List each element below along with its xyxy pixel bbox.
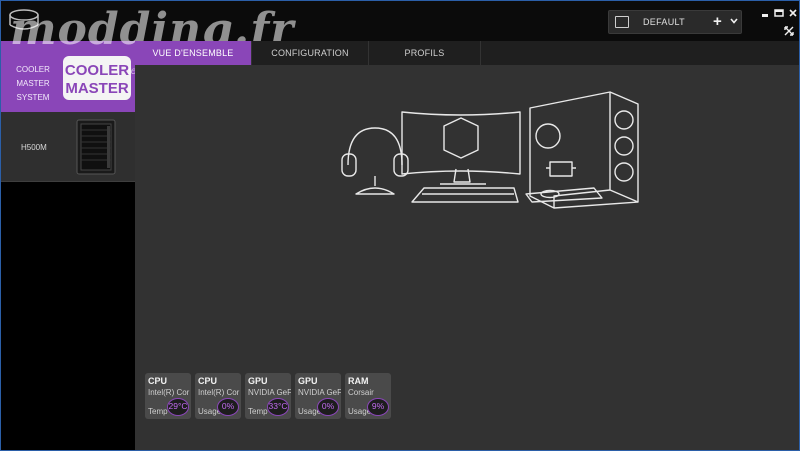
widget-device: NVIDIA GeF [298, 388, 341, 397]
widget-metric: Temp [148, 407, 168, 416]
tab-bar: VUE D'ENSEMBLE CONFIGURATION PROFILS [135, 41, 799, 65]
widget-title: RAM [348, 376, 369, 386]
compact-mode-icon[interactable] [783, 25, 795, 37]
widget-device: Intel(R) Cor [148, 388, 190, 397]
profile-selector[interactable]: DEFAULT + [608, 10, 742, 34]
profile-name: DEFAULT [643, 17, 685, 27]
widget-gpu-temp[interactable]: GPU NVIDIA GeF Temp 33°C [245, 373, 291, 419]
widget-value: 29°C [167, 398, 189, 416]
widget-cpu-usage[interactable]: CPU Intel(R) Cor Usage 0% [195, 373, 241, 419]
sidebar-item-label: COOLER MASTER SYSTEM [16, 65, 50, 102]
headset-icon [341, 127, 409, 195]
tab-overview[interactable]: VUE D'ENSEMBLE [135, 41, 252, 65]
widget-device: Corsair [348, 388, 374, 397]
widget-ram-usage[interactable]: RAM Corsair Usage 9% [345, 373, 391, 419]
widget-title: CPU [198, 376, 218, 386]
widget-title: GPU [298, 376, 318, 386]
pc-case-image [76, 119, 116, 175]
close-button[interactable] [787, 7, 799, 19]
widget-cpu-temp[interactable]: CPU Intel(R) Cor Temp 29°C [145, 373, 191, 419]
minimize-button[interactable] [759, 7, 771, 19]
widget-value: 33°C [267, 398, 289, 416]
widget-device: NVIDIA GeF [248, 388, 291, 397]
sidebar-item-h500m[interactable]: H500M [1, 112, 135, 182]
tab-profiles[interactable]: PROFILS [369, 41, 481, 65]
maximize-button[interactable] [773, 7, 785, 19]
widget-value: 0% [217, 398, 239, 416]
cooler-master-logo: COOLER MASTER [63, 56, 131, 100]
widget-value: 9% [367, 398, 389, 416]
device-sidebar: COOLER MASTER SYSTEM COOLER MASTER H500M [1, 41, 135, 450]
image-icon [615, 16, 629, 28]
tab-configuration[interactable]: CONFIGURATION [252, 41, 369, 65]
svg-text:MASTER: MASTER [65, 80, 129, 97]
widget-device: Intel(R) Cor [198, 388, 240, 397]
widget-title: CPU [148, 376, 168, 386]
add-profile-button[interactable]: + [713, 13, 722, 30]
widget-metric: Temp [248, 407, 268, 416]
chevron-down-icon[interactable] [729, 16, 739, 26]
widget-value: 0% [317, 398, 339, 416]
svg-text:COOLER: COOLER [65, 62, 129, 79]
widget-gpu-usage[interactable]: GPU NVIDIA GeF Usage 0% [295, 373, 341, 419]
system-setup-illustration [341, 91, 639, 209]
sidebar-item-label: H500M [21, 143, 47, 152]
widget-title: GPU [248, 376, 268, 386]
overview-panel: CPU Intel(R) Cor Temp 29°C CPU Intel(R) … [135, 65, 799, 450]
keyboard-icon [411, 187, 519, 203]
monitor-icon [401, 111, 521, 185]
